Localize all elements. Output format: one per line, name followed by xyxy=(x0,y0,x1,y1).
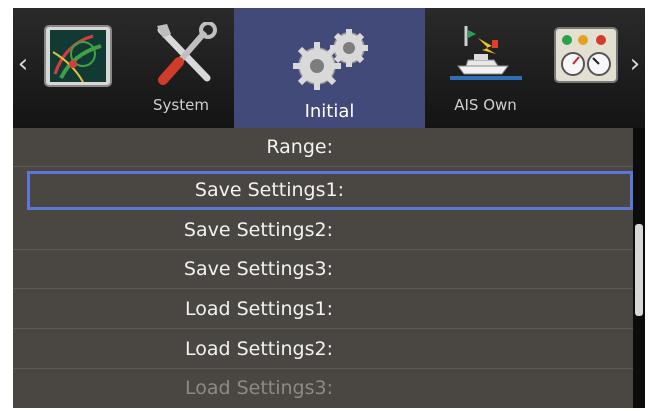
scroll-left-arrow-icon[interactable]: ‹ xyxy=(15,44,31,84)
gears-icon xyxy=(293,29,368,90)
scrollbar[interactable] xyxy=(633,128,645,408)
tab-initial-label: Initial xyxy=(304,101,355,122)
device-screen: ‹ System Initial AIS Own › Range: Save S… xyxy=(13,8,645,408)
tab-radar[interactable] xyxy=(39,8,127,128)
list-item-save-settings-1[interactable]: Save Settings1: xyxy=(27,171,633,210)
list-item-save-settings-3[interactable]: Save Settings3: xyxy=(13,250,633,289)
list-item-label: Save Settings3: xyxy=(183,258,333,280)
tab-ais-own-label: AIS Own xyxy=(454,96,517,114)
list-item-label: Load Settings1: xyxy=(184,298,333,320)
list-item-load-settings-2[interactable]: Load Settings2: xyxy=(13,330,633,369)
list-item-label: Load Settings3: xyxy=(184,377,333,399)
settings-list: Range: Save Settings1: Save Settings2: S… xyxy=(13,128,633,408)
tab-system[interactable]: System xyxy=(131,8,231,128)
list-item-label: Save Settings1: xyxy=(194,179,344,201)
tab-initial[interactable]: Initial xyxy=(234,8,425,128)
list-item-label: Load Settings2: xyxy=(184,338,333,360)
tab-system-label: System xyxy=(153,96,209,114)
radar-icon xyxy=(44,25,112,87)
tab-ais-own[interactable]: AIS Own xyxy=(428,8,543,128)
scrollbar-thumb[interactable] xyxy=(635,224,643,316)
tab-gauges[interactable] xyxy=(545,8,627,128)
list-item-save-settings-2[interactable]: Save Settings2: xyxy=(13,211,633,250)
list-item-label: Range: xyxy=(266,136,333,158)
wrench-screwdriver-icon xyxy=(157,22,217,85)
tab-bar: ‹ System Initial AIS Own › xyxy=(13,8,645,128)
list-item-load-settings-3[interactable]: Load Settings3: xyxy=(13,369,633,407)
boat-icon xyxy=(450,26,522,80)
scroll-right-arrow-icon[interactable]: › xyxy=(627,44,643,84)
list-item-load-settings-1[interactable]: Load Settings1: xyxy=(13,290,633,329)
list-item-label: Save Settings2: xyxy=(183,219,333,241)
gauges-icon xyxy=(554,27,618,83)
list-item-range[interactable]: Range: xyxy=(13,128,633,167)
